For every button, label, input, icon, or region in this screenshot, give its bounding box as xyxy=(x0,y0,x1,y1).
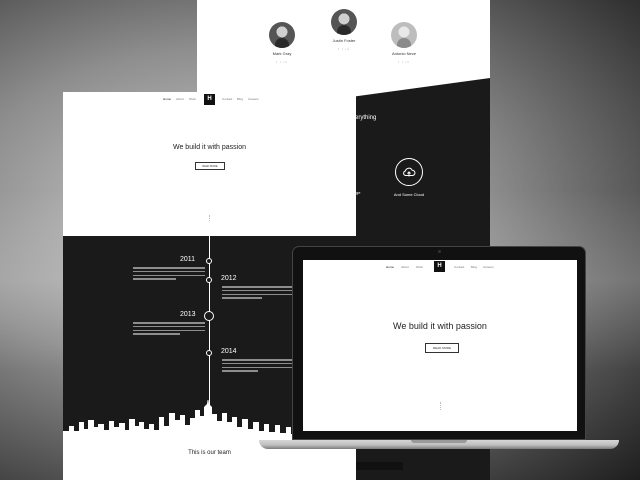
timeline-year: 2014 xyxy=(221,348,237,355)
timeline-text xyxy=(133,267,205,282)
team-member: Mark Gray f t in xyxy=(247,22,317,64)
logo[interactable]: H xyxy=(204,94,215,105)
laptop-notch xyxy=(411,440,467,443)
nav-item-blog[interactable]: Blog xyxy=(237,97,243,101)
nav-item-home[interactable]: Home xyxy=(386,265,394,269)
member-social-icons: f t in xyxy=(276,60,288,64)
hero-section: Home About Work H Contact Blog Careers W… xyxy=(63,92,356,236)
timeline-year: 2011 xyxy=(180,256,196,263)
timeline-year: 2013 xyxy=(180,311,196,318)
partial-label: ge xyxy=(356,190,361,195)
nav-item-contact[interactable]: Contact xyxy=(454,265,464,269)
team-member: Antonio Neve f t in xyxy=(369,22,439,64)
timeline-year: 2012 xyxy=(221,275,237,282)
timeline-text xyxy=(133,322,205,337)
nav-item-careers[interactable]: Careers xyxy=(248,97,259,101)
avatar xyxy=(391,22,417,48)
laptop-screen: Home About Work H Contact Blog Careers W… xyxy=(303,260,577,431)
nav-item-blog[interactable]: Blog xyxy=(471,265,477,269)
member-name: Mark Gray xyxy=(272,51,292,56)
hero-title: We build it with passion xyxy=(172,144,247,151)
logo[interactable]: H xyxy=(434,261,445,272)
cloud-feature-circle xyxy=(395,158,423,186)
nav-item-contact[interactable]: Contact xyxy=(222,97,232,101)
team-section-title: This is our team xyxy=(188,450,231,456)
timeline-dot[interactable] xyxy=(204,311,214,321)
camera-icon xyxy=(438,250,441,253)
avatar xyxy=(269,22,295,48)
nav-item-about[interactable]: About xyxy=(401,265,409,269)
member-name: Antonio Neve xyxy=(391,51,416,56)
cloud-feature-label: And Some Cloud xyxy=(393,192,425,197)
top-nav: Home About Work H Contact Blog Careers xyxy=(63,94,356,106)
dark-bar xyxy=(356,462,403,470)
partial-heading: erything xyxy=(355,115,377,121)
timeline-dot[interactable] xyxy=(206,350,212,356)
laptop-bezel: Home About Work H Contact Blog Careers W… xyxy=(292,246,586,440)
avatar xyxy=(331,9,357,35)
nav-item-work[interactable]: Work xyxy=(416,265,423,269)
hero-title: We build it with passion xyxy=(393,321,487,331)
nav-item-about[interactable]: About xyxy=(176,97,184,101)
timeline-dot[interactable] xyxy=(206,277,212,283)
timeline-dot[interactable] xyxy=(206,258,212,264)
cloud-upload-icon xyxy=(403,167,416,177)
laptop-base xyxy=(259,440,619,449)
read-more-button[interactable]: READ MORE xyxy=(425,343,459,353)
nav-item-work[interactable]: Work xyxy=(189,97,196,101)
read-more-button[interactable]: READ MORE xyxy=(195,162,225,170)
scroll-indicator[interactable] xyxy=(440,402,441,410)
timeline-text xyxy=(222,359,294,374)
nav-item-home[interactable]: Home xyxy=(163,97,171,101)
timeline-text xyxy=(222,286,294,301)
member-social-icons: f t in xyxy=(398,60,410,64)
nav-item-careers[interactable]: Careers xyxy=(483,265,494,269)
scroll-indicator[interactable] xyxy=(209,215,210,221)
